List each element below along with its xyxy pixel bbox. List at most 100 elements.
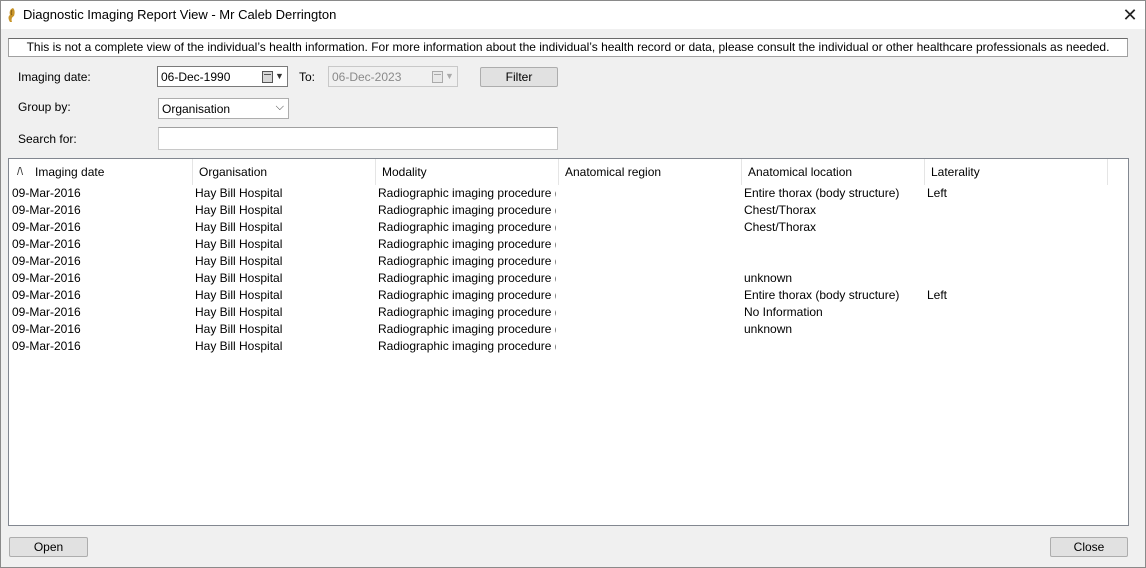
cell-laterality bbox=[927, 219, 1107, 236]
cell-imaging-date: 09-Mar-2016 bbox=[12, 322, 81, 336]
cell-anatomical-location: Entire thorax (body structure) bbox=[744, 288, 900, 302]
table-row[interactable]: 09-Mar-2016 Hay Bill Hospital Radiographic… bbox=[9, 321, 1128, 338]
cell-imaging-date: 09-Mar-2016 bbox=[12, 271, 81, 285]
calendar-icon[interactable] bbox=[262, 71, 273, 83]
table-row[interactable]: 09-Mar-2016 Hay Bill Hospital Radiographic… bbox=[9, 338, 1128, 355]
group-by-select[interactable]: Organisation ⌵ bbox=[158, 98, 289, 119]
cell-anatomical-location: Chest/Thorax bbox=[744, 220, 817, 234]
cell-modality: Radiographic imaging procedure (pr... bbox=[378, 254, 556, 268]
imaging-results-table: /\ Imaging date Organisation Modality An… bbox=[8, 158, 1129, 526]
cell-imaging-date: 09-Mar-2016 bbox=[12, 203, 81, 217]
cell-organisation: Hay Bill Hospital bbox=[195, 254, 283, 268]
cell-anatomical-location: Chest/Thorax bbox=[744, 203, 817, 217]
cell-anatomical-region bbox=[561, 185, 741, 202]
cell-anatomical-region bbox=[561, 321, 741, 338]
calendar-icon bbox=[432, 71, 443, 83]
cell-laterality bbox=[927, 338, 1107, 355]
cell-imaging-date: 09-Mar-2016 bbox=[12, 237, 81, 251]
cell-anatomical-location bbox=[744, 338, 924, 355]
table-body: 09-Mar-2016 Hay Bill Hospital Radiographic… bbox=[9, 185, 1128, 355]
column-header-organisation[interactable]: Organisation bbox=[193, 159, 376, 185]
to-date-label: To: bbox=[299, 70, 316, 84]
column-header-anatomical-region[interactable]: Anatomical region bbox=[559, 159, 742, 185]
group-by-label: Group by: bbox=[18, 100, 71, 114]
group-by-value: Organisation bbox=[162, 102, 231, 116]
cell-organisation: Hay Bill Hospital bbox=[195, 271, 283, 285]
chevron-down-icon: ▼ bbox=[445, 71, 454, 81]
cell-modality: Radiographic imaging procedure (pr... bbox=[378, 203, 556, 217]
column-header-anatomical-location[interactable]: Anatomical location bbox=[742, 159, 925, 185]
cell-anatomical-location: Entire thorax (body structure) bbox=[744, 186, 900, 200]
table-row[interactable]: 09-Mar-2016 Hay Bill Hospital Radiographic… bbox=[9, 219, 1128, 236]
cell-anatomical-region bbox=[561, 253, 741, 270]
cell-anatomical-region bbox=[561, 338, 741, 355]
cell-anatomical-location: No Information bbox=[744, 305, 823, 319]
cell-organisation: Hay Bill Hospital bbox=[195, 203, 283, 217]
window-title: Diagnostic Imaging Report View - Mr Cale… bbox=[23, 7, 337, 22]
search-input[interactable] bbox=[158, 127, 558, 150]
cell-imaging-date: 09-Mar-2016 bbox=[12, 305, 81, 319]
cell-laterality bbox=[927, 270, 1107, 287]
chevron-down-icon[interactable]: ▼ bbox=[275, 71, 284, 81]
cell-anatomical-region bbox=[561, 304, 741, 321]
cell-anatomical-location: unknown bbox=[744, 271, 793, 285]
filter-button[interactable]: Filter bbox=[480, 67, 558, 87]
cell-imaging-date: 09-Mar-2016 bbox=[12, 186, 81, 200]
cell-modality: Radiographic imaging procedure (pr... bbox=[378, 220, 556, 234]
column-header-modality[interactable]: Modality bbox=[376, 159, 559, 185]
table-row[interactable]: 09-Mar-2016 Hay Bill Hospital Radiographic… bbox=[9, 253, 1128, 270]
imaging-date-label: Imaging date: bbox=[18, 70, 91, 84]
column-header-laterality[interactable]: Laterality bbox=[925, 159, 1108, 185]
cell-laterality bbox=[927, 304, 1107, 321]
cell-anatomical-region bbox=[561, 202, 741, 219]
cell-modality: Radiographic imaging procedure (pr... bbox=[378, 339, 556, 353]
table-row[interactable]: 09-Mar-2016 Hay Bill Hospital Radiographic… bbox=[9, 270, 1128, 287]
cell-anatomical-region bbox=[561, 219, 741, 236]
cell-imaging-date: 09-Mar-2016 bbox=[12, 220, 81, 234]
cell-anatomical-location bbox=[744, 253, 924, 270]
to-date-picker[interactable]: 06-Dec-2023 ▼ bbox=[328, 66, 458, 87]
cell-laterality bbox=[927, 321, 1107, 338]
cell-laterality bbox=[927, 253, 1107, 270]
table-header: /\ Imaging date Organisation Modality An… bbox=[9, 159, 1128, 185]
close-button[interactable]: Close bbox=[1050, 537, 1128, 557]
cell-organisation: Hay Bill Hospital bbox=[195, 322, 283, 336]
table-row[interactable]: 09-Mar-2016 Hay Bill Hospital Radiographic… bbox=[9, 287, 1128, 304]
cell-organisation: Hay Bill Hospital bbox=[195, 339, 283, 353]
search-label: Search for: bbox=[18, 132, 77, 146]
cell-imaging-date: 09-Mar-2016 bbox=[12, 339, 81, 353]
table-row[interactable]: 09-Mar-2016 Hay Bill Hospital Radiographic… bbox=[9, 202, 1128, 219]
cell-organisation: Hay Bill Hospital bbox=[195, 288, 283, 302]
cell-modality: Radiographic imaging procedure (pr... bbox=[378, 271, 556, 285]
title-bar[interactable]: Diagnostic Imaging Report View - Mr Cale… bbox=[1, 1, 1145, 29]
cell-anatomical-location bbox=[744, 236, 924, 253]
cell-laterality: Left bbox=[927, 186, 948, 200]
app-logo-icon bbox=[8, 8, 15, 22]
cell-anatomical-region bbox=[561, 236, 741, 253]
open-button[interactable]: Open bbox=[9, 537, 88, 557]
sort-ascending-icon: /\ bbox=[17, 166, 24, 178]
table-row[interactable]: 09-Mar-2016 Hay Bill Hospital Radiographic… bbox=[9, 185, 1128, 202]
disclaimer-banner: This is not a complete view of the indiv… bbox=[8, 38, 1128, 57]
table-row[interactable]: 09-Mar-2016 Hay Bill Hospital Radiographic… bbox=[9, 304, 1128, 321]
cell-anatomical-region bbox=[561, 270, 741, 287]
from-date-value: 06-Dec-1990 bbox=[161, 70, 231, 84]
cell-modality: Radiographic imaging procedure (pr... bbox=[378, 322, 556, 336]
table-row[interactable]: 09-Mar-2016 Hay Bill Hospital Radiographic… bbox=[9, 236, 1128, 253]
cell-modality: Radiographic imaging procedure (pr... bbox=[378, 237, 556, 251]
cell-organisation: Hay Bill Hospital bbox=[195, 237, 283, 251]
cell-imaging-date: 09-Mar-2016 bbox=[12, 288, 81, 302]
cell-anatomical-location: unknown bbox=[744, 322, 793, 336]
from-date-picker[interactable]: 06-Dec-1990 ▼ bbox=[157, 66, 288, 87]
cell-organisation: Hay Bill Hospital bbox=[195, 186, 283, 200]
cell-modality: Radiographic imaging procedure (pr... bbox=[378, 305, 556, 319]
cell-laterality bbox=[927, 202, 1107, 219]
cell-anatomical-region bbox=[561, 287, 741, 304]
cell-organisation: Hay Bill Hospital bbox=[195, 220, 283, 234]
cell-modality: Radiographic imaging procedure (pr... bbox=[378, 186, 556, 200]
close-icon[interactable]: ✕ bbox=[1119, 4, 1141, 26]
cell-laterality: Left bbox=[927, 288, 948, 302]
column-header-imaging-date[interactable]: /\ Imaging date bbox=[9, 159, 193, 185]
cell-laterality bbox=[927, 236, 1107, 253]
cell-modality: Radiographic imaging procedure (pr... bbox=[378, 288, 556, 302]
